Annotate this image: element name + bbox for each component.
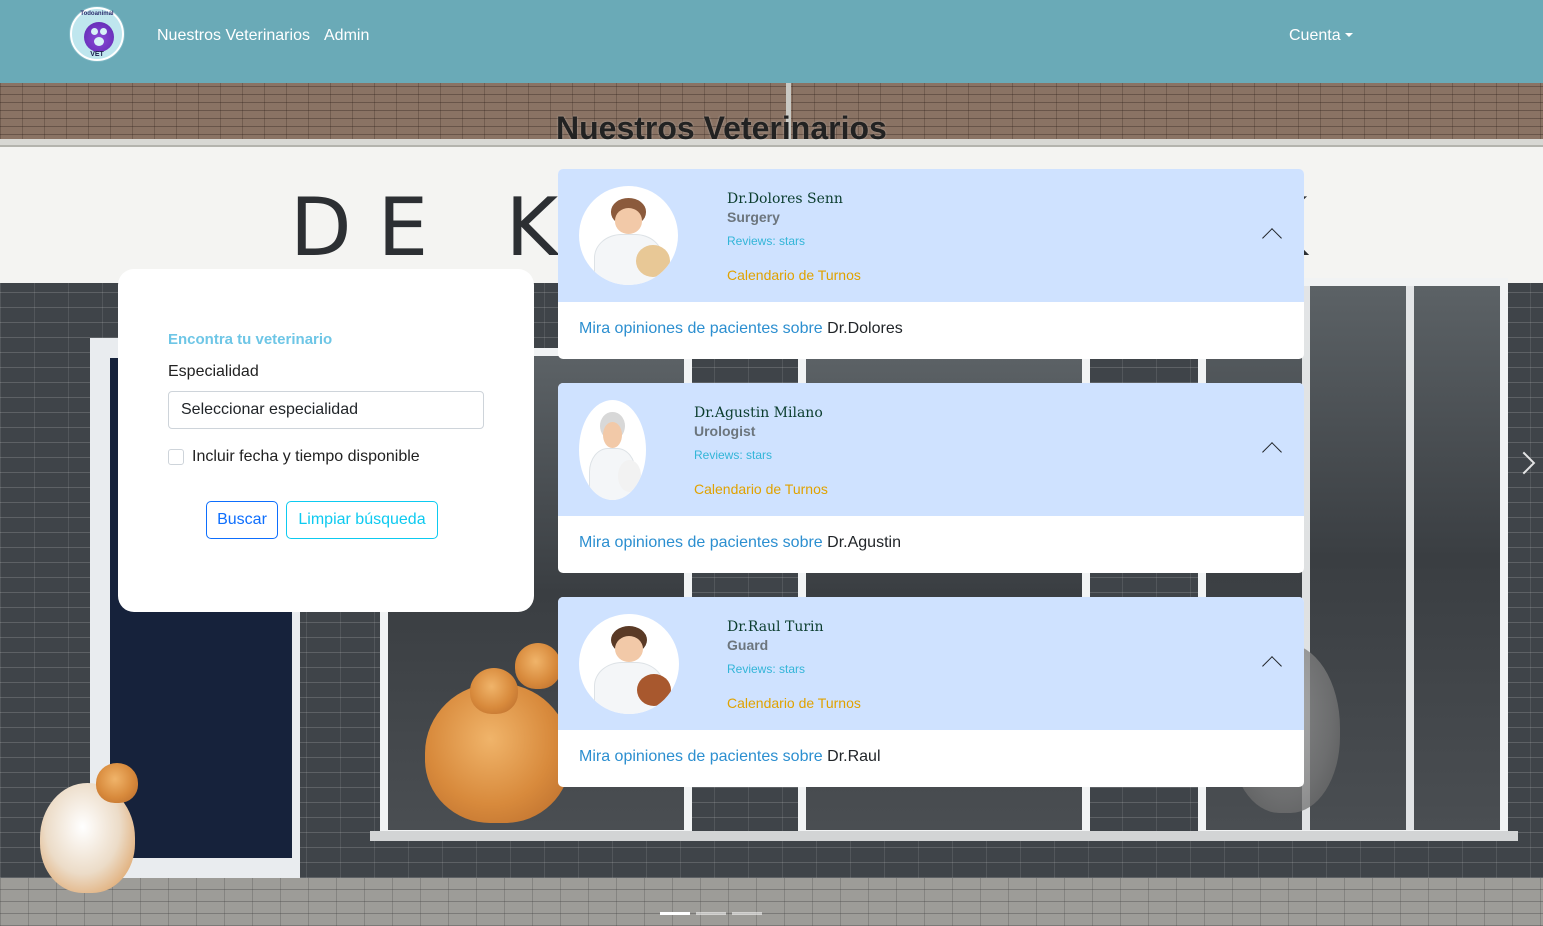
calendar-link[interactable]: Calendario de Turnos <box>727 267 861 283</box>
vet-name: Dr.Dolores Senn <box>727 191 843 207</box>
carousel-indicator-3[interactable] <box>732 912 762 915</box>
cat-head-left <box>96 763 138 803</box>
vet-card-header[interactable]: Dr.Agustin Milano Urologist Reviews: sta… <box>558 383 1304 516</box>
vet-reviews: Reviews: stars <box>727 662 806 676</box>
calendar-link[interactable]: Calendario de Turnos <box>727 695 861 711</box>
include-availability-label[interactable]: Incluir fecha y tiempo disponible <box>192 448 420 466</box>
vet-name: Dr.Raul Turin <box>727 619 824 635</box>
carousel-indicators <box>660 912 762 915</box>
search-button[interactable]: Buscar <box>206 501 278 539</box>
window-sill <box>370 831 1518 841</box>
chevron-right-icon[interactable] <box>1514 449 1534 479</box>
caret-down-icon <box>1344 33 1353 37</box>
vet-opinions[interactable]: Mira opiniones de pacientes sobre Dr.Rau… <box>579 748 881 766</box>
opinions-link[interactable]: Mira opiniones de pacientes sobre <box>579 748 823 765</box>
carousel-indicator-1[interactable] <box>660 912 690 915</box>
vet-opinions[interactable]: Mira opiniones de pacientes sobre Dr.Agu… <box>579 534 901 552</box>
vet-card: Dr.Agustin Milano Urologist Reviews: sta… <box>558 383 1304 573</box>
navbar: Todoanimal VET Nuestros Veterinarios Adm… <box>0 0 1543 83</box>
account-dropdown[interactable]: Cuenta <box>1289 26 1353 46</box>
vet-reviews: Reviews: stars <box>694 448 773 462</box>
page-title: Nuestros Veterinarios <box>556 110 887 146</box>
paw-logo-icon <box>84 22 114 52</box>
calendar-link[interactable]: Calendario de Turnos <box>694 481 828 497</box>
vet-card-header[interactable]: Dr.Raul Turin Guard Reviews: stars Calen… <box>558 597 1304 730</box>
specialty-label: Especialidad <box>168 363 259 380</box>
search-heading: Encontra tu veterinario <box>168 331 333 348</box>
vet-avatar <box>579 400 646 500</box>
nav-link-veterinarios[interactable]: Nuestros Veterinarios <box>157 26 310 46</box>
vet-specialty: Urologist <box>694 423 756 439</box>
vet-name: Dr.Agustin Milano <box>694 405 823 421</box>
chevron-up-icon[interactable] <box>1262 656 1282 676</box>
vet-specialty: Surgery <box>727 209 780 225</box>
kitten-head-1 <box>470 668 518 714</box>
pavement <box>0 878 1543 926</box>
chevron-up-icon[interactable] <box>1262 228 1282 248</box>
vet-reviews: Reviews: stars <box>727 234 806 248</box>
specialty-select[interactable]: Seleccionar especialidad <box>168 391 484 429</box>
search-card: Encontra tu veterinario Especialidad Sel… <box>118 269 534 612</box>
logo-vet-text: VET <box>90 51 104 58</box>
account-label: Cuenta <box>1289 27 1341 44</box>
opinions-vet-name: Dr.Agustin <box>827 534 901 551</box>
opinions-link[interactable]: Mira opiniones de pacientes sobre <box>579 320 823 337</box>
opinions-vet-name: Dr.Raul <box>827 748 881 765</box>
clear-search-button[interactable]: Limpiar búsqueda <box>286 501 438 539</box>
vet-opinions[interactable]: Mira opiniones de pacientes sobre Dr.Dol… <box>579 320 903 338</box>
logo-top-text: Todoanimal <box>80 11 114 17</box>
nav-link-admin[interactable]: Admin <box>324 26 369 46</box>
kitten-head-2 <box>515 643 561 689</box>
opinions-vet-name: Dr.Dolores <box>827 320 903 337</box>
vet-card-header[interactable]: Dr.Dolores Senn Surgery Reviews: stars C… <box>558 169 1304 302</box>
include-availability-checkbox[interactable] <box>168 449 184 465</box>
chevron-up-icon[interactable] <box>1262 442 1282 462</box>
opinions-link[interactable]: Mira opiniones de pacientes sobre <box>579 534 823 551</box>
vet-avatar <box>579 614 679 714</box>
carousel-indicator-2[interactable] <box>696 912 726 915</box>
vet-card: Dr.Dolores Senn Surgery Reviews: stars C… <box>558 169 1304 359</box>
brand-logo[interactable]: Todoanimal VET <box>70 7 124 61</box>
vet-card: Dr.Raul Turin Guard Reviews: stars Calen… <box>558 597 1304 787</box>
vet-avatar <box>579 186 678 285</box>
vet-specialty: Guard <box>727 637 769 653</box>
